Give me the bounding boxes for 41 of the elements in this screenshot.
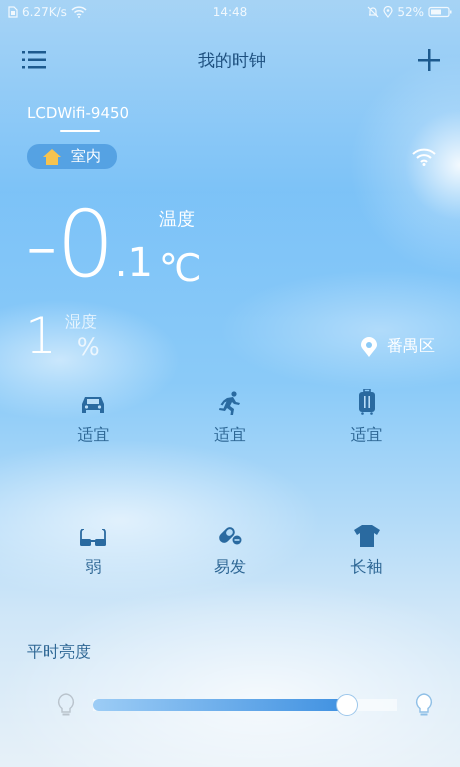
brightness-label: 平时亮度 <box>27 642 92 663</box>
room-badge: 室内 <box>27 144 117 169</box>
sim-icon <box>8 6 18 18</box>
page-title: 我的时钟 <box>198 50 266 72</box>
running-person-icon <box>218 391 242 415</box>
wifi-signal-icon <box>412 148 436 166</box>
location-name: 番禺区 <box>387 336 435 357</box>
slider-thumb[interactable] <box>336 694 358 716</box>
muted-bell-icon <box>367 6 380 18</box>
index-value: 适宜 <box>77 425 110 446</box>
clock-time: 14:48 <box>212 5 248 19</box>
plus-icon <box>418 49 440 71</box>
humidity-unit: % <box>76 333 100 361</box>
menu-button[interactable] <box>22 51 46 69</box>
index-value: 适宜 <box>350 425 383 446</box>
battery-icon <box>428 6 452 18</box>
index-value: 长袖 <box>350 557 383 578</box>
bright-lightbulb-icon <box>415 693 433 717</box>
temperature-decimal: .1 <box>114 243 153 283</box>
temperature-unit: ℃ <box>158 249 202 287</box>
temperature-value: -0 <box>25 199 113 291</box>
index-value: 弱 <box>85 557 102 578</box>
location-pin-icon <box>361 336 377 356</box>
location-icon <box>383 6 394 18</box>
house-icon <box>43 148 61 164</box>
device-tab[interactable]: LCDWifi-9450 <box>27 104 130 132</box>
luggage-icon <box>358 389 376 415</box>
add-button[interactable] <box>418 49 440 71</box>
network-speed: 6.27K/s <box>22 5 67 19</box>
car-icon <box>80 395 106 415</box>
index-value: 适宜 <box>214 425 246 446</box>
wifi-icon <box>70 6 87 18</box>
sunglasses-icon <box>79 529 108 547</box>
humidity-label: 湿度 <box>64 312 98 333</box>
index-value: 易发 <box>214 557 246 578</box>
temperature-label: 温度 <box>158 208 196 231</box>
menu-icon <box>22 51 46 69</box>
humidity-value: 1 <box>25 311 57 361</box>
battery-percent: 52% <box>397 5 424 19</box>
lightbulb-icon <box>57 693 75 717</box>
t-shirt-icon <box>354 525 380 547</box>
